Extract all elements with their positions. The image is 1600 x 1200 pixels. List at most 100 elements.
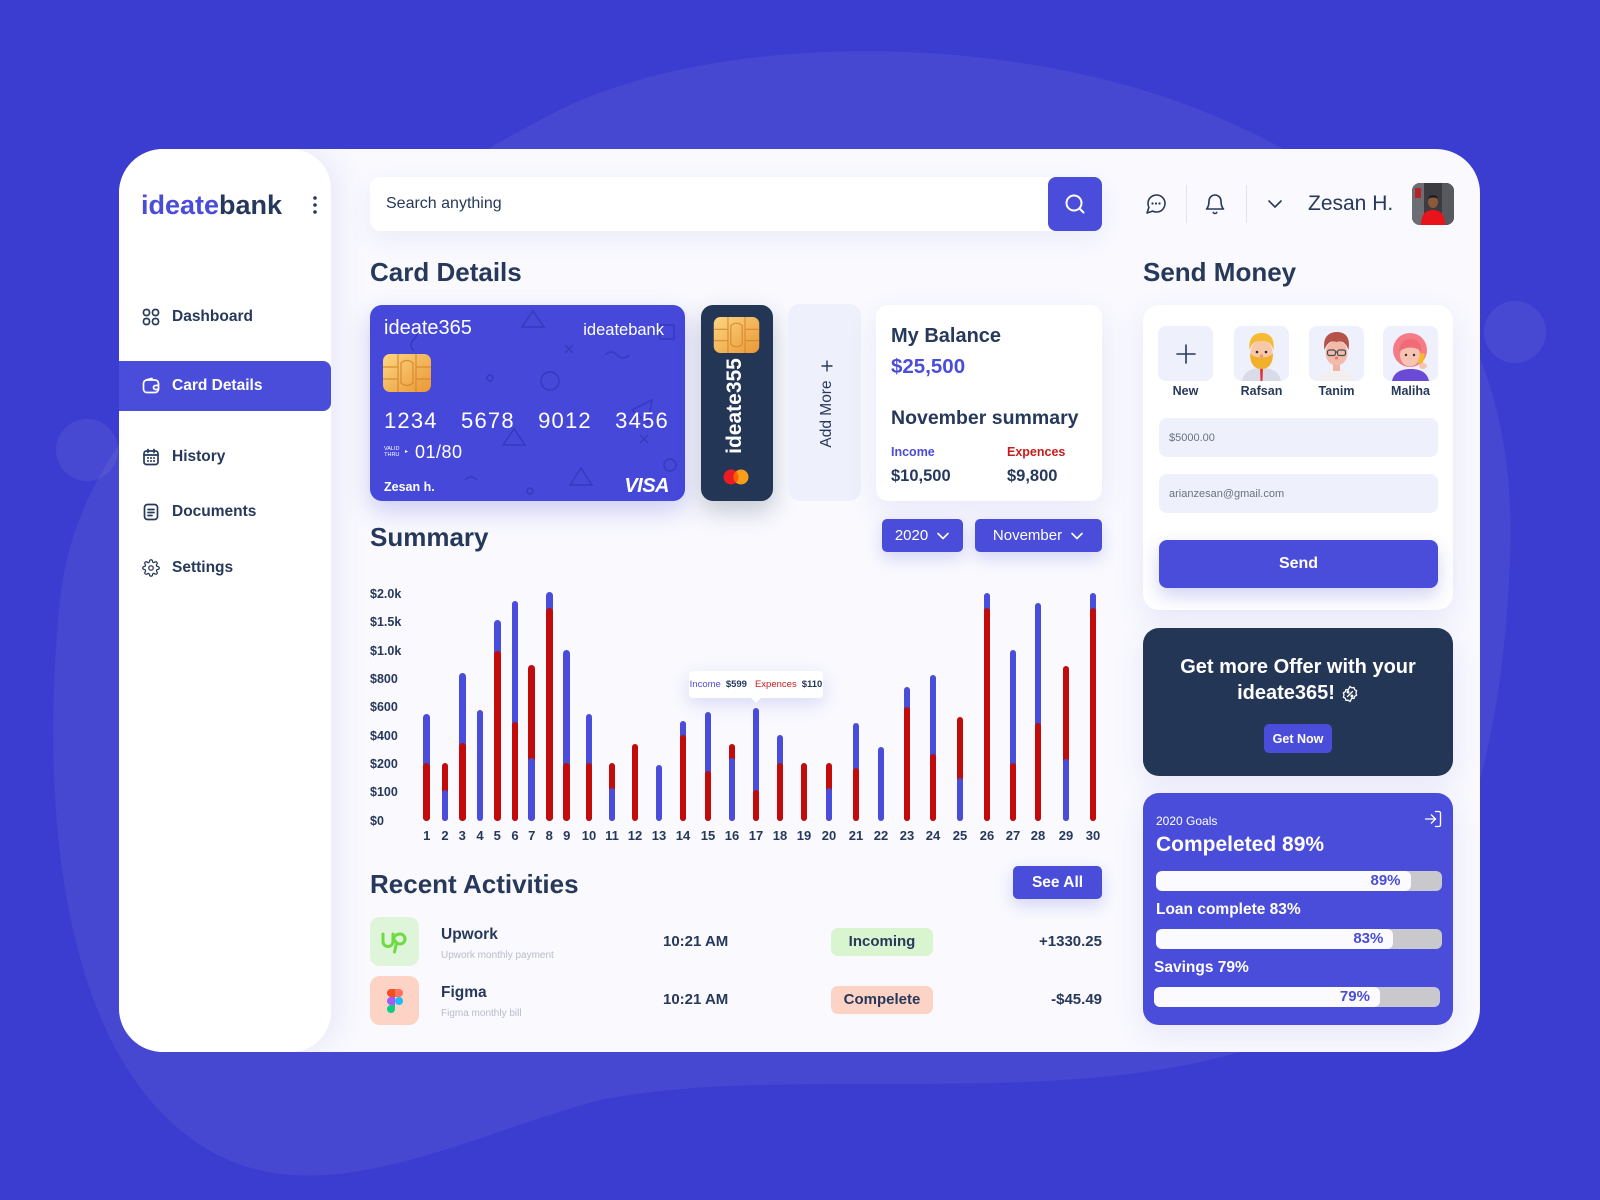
chevron-down-icon[interactable] — [1263, 192, 1287, 216]
tooltip-expenses-value: $110 — [801, 678, 823, 690]
bell-icon[interactable] — [1203, 192, 1227, 216]
bar-expenses-day-6[interactable] — [511, 721, 519, 821]
bar-income-day-13[interactable] — [655, 765, 663, 821]
bar-expenses-day-24[interactable] — [929, 754, 937, 821]
kebab-icon[interactable] — [311, 195, 319, 215]
x-tick-label: 9 — [563, 828, 571, 843]
contact-maliha[interactable] — [1383, 326, 1438, 381]
login-icon[interactable] — [1423, 809, 1443, 829]
bar-income-day-20[interactable] — [825, 788, 833, 821]
bar-income-day-16[interactable] — [728, 758, 736, 821]
upwork-logo-icon — [370, 917, 419, 966]
send-button[interactable]: Send — [1159, 540, 1438, 588]
x-tick-label: 23 — [899, 828, 915, 843]
activity-amount: -$45.49 — [1051, 991, 1102, 1008]
bar-expenses-day-12[interactable] — [631, 744, 639, 821]
bar-income-day-25[interactable] — [956, 778, 964, 821]
bar-expenses-day-15[interactable] — [704, 771, 712, 821]
dashboard-grid-icon — [142, 308, 160, 326]
y-tick-label: $400 — [370, 728, 398, 743]
year-dropdown[interactable]: 2020 — [882, 519, 963, 552]
primary-card[interactable]: ideate365 ideatebank 1234 5678 9012 3456… — [370, 305, 685, 501]
chip-icon — [713, 317, 760, 353]
bar-expenses-day-26[interactable] — [983, 608, 991, 821]
secondary-card[interactable]: ideate355 — [701, 305, 773, 501]
search-button[interactable] — [1048, 177, 1102, 231]
new-contact-button[interactable] — [1158, 326, 1213, 381]
contact-tanim[interactable] — [1309, 326, 1364, 381]
email-input[interactable] — [1159, 474, 1438, 513]
bar-expenses-day-8[interactable] — [546, 608, 553, 821]
card-details-title: Card Details — [370, 257, 522, 287]
search-icon — [1065, 194, 1085, 214]
goal-progress-bar: 89% — [1156, 871, 1442, 891]
y-tick-label: $1.5k — [370, 615, 402, 630]
gear-icon — [142, 559, 160, 577]
bar-income-day-2[interactable] — [441, 789, 449, 821]
contact-name: Rafsan — [1240, 384, 1283, 398]
header-divider — [1246, 185, 1247, 223]
bar-expenses-day-27[interactable] — [1009, 762, 1017, 821]
contact-name: Tanim — [1318, 384, 1355, 398]
bar-income-day-22[interactable] — [877, 747, 885, 821]
send-money-title: Send Money — [1143, 257, 1297, 287]
activity-time: 10:21 AM — [663, 991, 729, 1008]
background-circle-left — [56, 419, 118, 481]
bar-expenses-day-30[interactable] — [1089, 608, 1097, 821]
y-tick-label: $1.0k — [370, 643, 402, 658]
status-badge: Compelete — [831, 986, 933, 1014]
bar-expenses-day-3[interactable] — [459, 742, 466, 821]
bar-income-day-29[interactable] — [1062, 759, 1070, 821]
bar-expenses-day-1[interactable] — [423, 762, 430, 821]
tooltip-income-label: Income — [689, 678, 721, 690]
bar-income-day-4[interactable] — [476, 710, 484, 821]
y-tick-label: $200 — [370, 757, 398, 772]
bar-expenses-day-14[interactable] — [679, 735, 687, 821]
bar-expenses-day-28[interactable] — [1034, 722, 1042, 821]
chat-icon[interactable] — [1144, 192, 1168, 216]
amount-input[interactable] — [1159, 418, 1438, 457]
bar-expenses-day-23[interactable] — [903, 706, 911, 821]
x-tick-label: 6 — [511, 828, 519, 843]
bar-expenses-day-19[interactable] — [800, 762, 808, 821]
bar-expenses-day-9[interactable] — [563, 762, 570, 821]
arrow-right-icon: ▸ — [405, 449, 409, 455]
month-dropdown[interactable]: November — [975, 519, 1102, 552]
bar-expenses-day-5[interactable] — [494, 650, 501, 821]
x-tick-label: 27 — [1005, 828, 1021, 843]
contact-rafsan[interactable] — [1234, 326, 1289, 381]
search-input[interactable] — [370, 177, 1048, 231]
sidebar-item-label: History — [172, 448, 226, 465]
bar-expenses-day-18[interactable] — [776, 762, 784, 821]
offer-line-2: ideate365! — [1237, 682, 1335, 704]
x-tick-label: 5 — [493, 828, 501, 843]
x-tick-label: 16 — [724, 828, 740, 843]
user-name[interactable]: Zesan H. — [1308, 191, 1393, 217]
brand-logo[interactable]: ideatebank — [141, 189, 282, 221]
x-tick-label: 25 — [952, 828, 968, 843]
add-card-button[interactable]: Add More — [788, 304, 861, 501]
sidebar-item-dashboard[interactable]: Dashboard — [119, 292, 331, 342]
see-all-button[interactable]: See All — [1013, 866, 1102, 899]
summary-title: Summary — [370, 522, 489, 552]
sidebar-item-documents[interactable]: Documents — [119, 487, 331, 537]
loan-progress-bar: 83% — [1156, 929, 1442, 949]
sidebar-item-card-details[interactable]: Card Details — [119, 361, 331, 411]
month-dropdown-value: November — [992, 527, 1063, 544]
header-divider — [1186, 185, 1187, 223]
x-tick-label: 4 — [476, 828, 484, 843]
bar-income-day-7[interactable] — [528, 758, 535, 821]
plus-icon — [821, 360, 833, 372]
goal-progress-text: 89% — [1370, 872, 1401, 889]
x-tick-label: 7 — [528, 828, 536, 843]
sidebar-item-history[interactable]: History — [119, 432, 331, 482]
bar-income-day-11[interactable] — [608, 788, 616, 821]
search-bar — [370, 177, 1102, 231]
bar-expenses-day-10[interactable] — [585, 762, 593, 821]
get-now-button[interactable]: Get Now — [1264, 724, 1332, 753]
user-avatar[interactable] — [1412, 183, 1454, 225]
sidebar-item-settings[interactable]: Settings — [119, 543, 331, 593]
bar-expenses-day-21[interactable] — [852, 768, 860, 821]
contact-name: Maliha — [1391, 384, 1430, 398]
bar-expenses-day-17[interactable] — [752, 789, 760, 821]
